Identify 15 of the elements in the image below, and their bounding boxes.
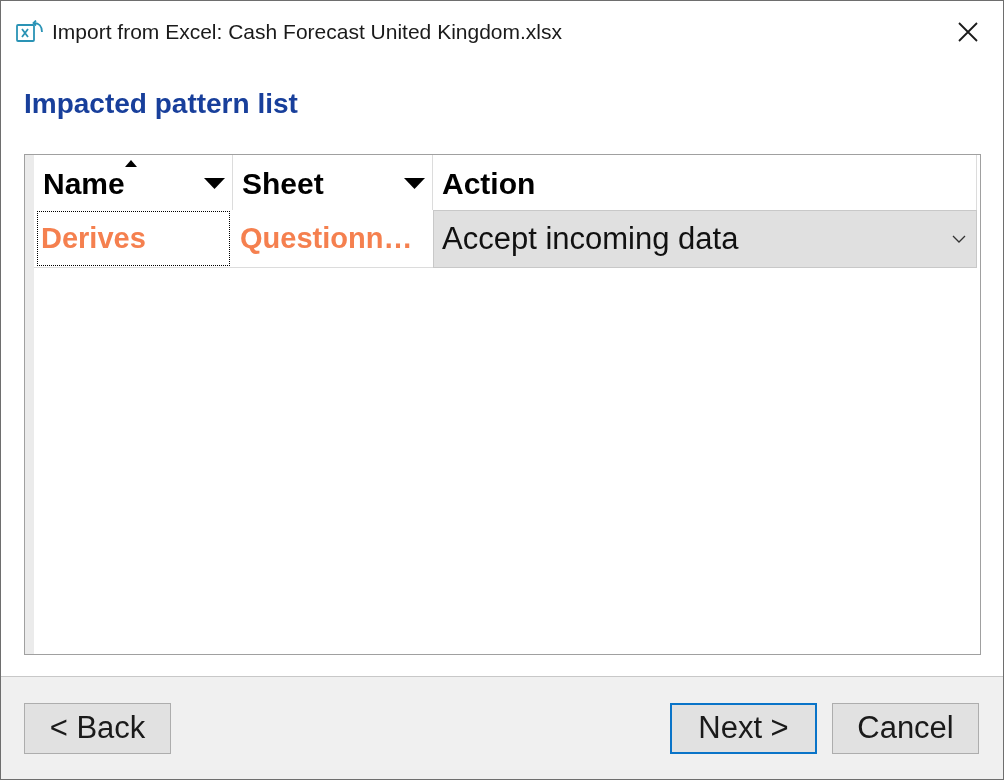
spreadsheet-import-icon — [16, 19, 44, 44]
filter-dropdown-icon[interactable] — [204, 178, 225, 189]
window-title: Import from Excel: Cash Forecast United Kingdom.xlsx — [52, 18, 562, 45]
table-cell-text: Questionn… — [239, 220, 414, 256]
page-heading: Impacted pattern list — [24, 87, 298, 121]
column-header[interactable]: Sheet — [233, 155, 433, 210]
footer-button[interactable]: Next > — [670, 703, 817, 754]
table-cell: Derives — [37, 211, 230, 266]
action-dropdown[interactable]: Accept incoming data — [433, 210, 977, 268]
filter-dropdown-icon[interactable] — [404, 178, 425, 189]
close-icon — [958, 21, 978, 42]
chevron-down-icon — [952, 235, 966, 243]
footer-button[interactable]: Cancel — [832, 703, 979, 754]
column-header[interactable]: Name — [34, 155, 233, 210]
footer-button[interactable]: < Back — [24, 703, 171, 754]
